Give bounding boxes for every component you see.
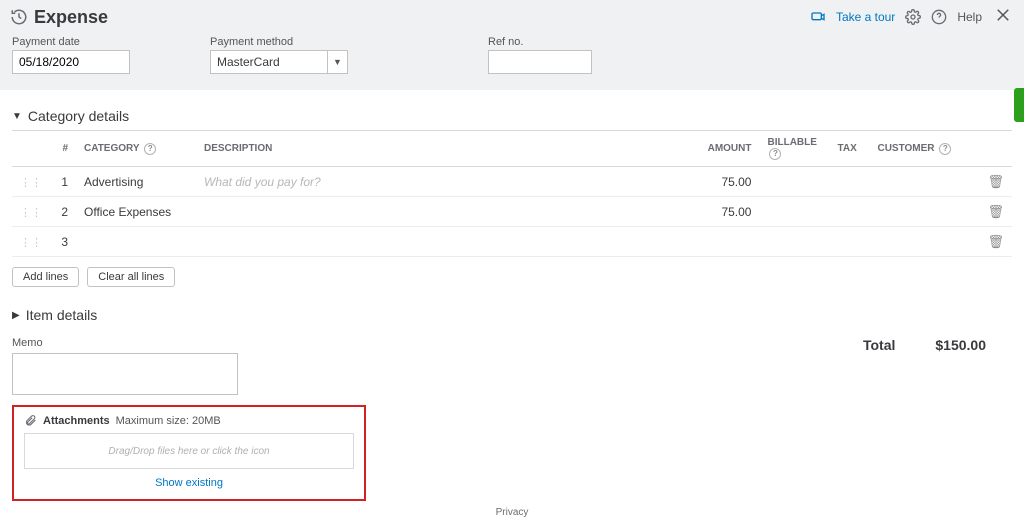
fields-row: Payment date Payment method MasterCard ▼… bbox=[0, 30, 1024, 90]
help-icon[interactable]: ? bbox=[939, 143, 951, 155]
col-category: CATEGORY ? bbox=[76, 131, 196, 167]
help-icon[interactable] bbox=[931, 9, 947, 25]
row-num: 3 bbox=[50, 227, 76, 257]
paperclip-icon bbox=[24, 414, 37, 427]
payment-method-label: Payment method bbox=[210, 36, 348, 48]
payment-date-field: Payment date bbox=[12, 36, 130, 74]
row-tax[interactable] bbox=[829, 167, 869, 197]
row-amount[interactable]: 75.00 bbox=[689, 197, 759, 227]
total-label: Total bbox=[863, 337, 895, 353]
table-header-row: # CATEGORY ? DESCRIPTION AMOUNT BILLABLE… bbox=[12, 131, 1012, 167]
attachments-label: Attachments bbox=[43, 415, 110, 427]
row-tax[interactable] bbox=[829, 227, 869, 257]
page-title: Expense bbox=[34, 7, 108, 28]
row-category[interactable]: Advertising bbox=[76, 167, 196, 197]
ref-no-field: Ref no. bbox=[488, 36, 592, 74]
ref-no-label: Ref no. bbox=[488, 36, 592, 48]
category-details-toggle[interactable]: ▼ Category details bbox=[12, 108, 1012, 124]
col-num: # bbox=[50, 131, 76, 167]
row-customer[interactable] bbox=[869, 227, 979, 257]
col-tax: TAX bbox=[829, 131, 869, 167]
item-details-title: Item details bbox=[26, 307, 98, 323]
row-category[interactable] bbox=[76, 227, 196, 257]
grip-icon[interactable]: ⋮⋮ bbox=[20, 207, 42, 219]
help-label[interactable]: Help bbox=[957, 10, 982, 24]
row-category[interactable]: Office Expenses bbox=[76, 197, 196, 227]
ref-no-input[interactable] bbox=[488, 50, 592, 74]
attachments-header: Attachments Maximum size: 20MB bbox=[24, 411, 354, 433]
table-row[interactable]: ⋮⋮ 3 🗑 bbox=[12, 227, 1012, 257]
grip-icon[interactable]: ⋮⋮ bbox=[20, 177, 42, 189]
row-billable[interactable] bbox=[759, 197, 829, 227]
trash-icon[interactable]: 🗑 bbox=[987, 234, 1004, 249]
row-customer[interactable] bbox=[869, 197, 979, 227]
attachments-dropzone[interactable]: Drag/Drop files here or click the icon bbox=[24, 433, 354, 469]
category-details-title: Category details bbox=[28, 108, 129, 124]
payment-method-field: Payment method MasterCard ▼ bbox=[210, 36, 348, 74]
grip-icon[interactable]: ⋮⋮ bbox=[20, 237, 42, 249]
trash-icon[interactable]: 🗑 bbox=[987, 204, 1004, 219]
top-bar: Expense Take a tour Help bbox=[0, 0, 1024, 30]
clear-lines-button[interactable]: Clear all lines bbox=[87, 267, 175, 287]
caret-right-icon: ▶ bbox=[12, 310, 20, 321]
row-description-input[interactable] bbox=[204, 205, 681, 219]
row-description-input[interactable] bbox=[204, 235, 681, 249]
row-billable[interactable] bbox=[759, 167, 829, 197]
row-num: 1 bbox=[50, 167, 76, 197]
row-billable[interactable] bbox=[759, 227, 829, 257]
side-tab[interactable] bbox=[1014, 88, 1024, 122]
col-billable: BILLABLE ? bbox=[759, 131, 829, 167]
total: Total $150.00 bbox=[863, 337, 1012, 353]
payment-date-input[interactable] bbox=[12, 50, 130, 74]
add-lines-button[interactable]: Add lines bbox=[12, 267, 79, 287]
privacy-link[interactable]: Privacy bbox=[12, 507, 1012, 518]
caret-down-icon: ▼ bbox=[12, 111, 22, 122]
gear-icon[interactable] bbox=[905, 9, 921, 25]
trash-icon[interactable]: 🗑 bbox=[987, 174, 1004, 189]
close-icon[interactable] bbox=[992, 4, 1014, 30]
payment-method-select[interactable]: MasterCard bbox=[210, 50, 328, 74]
category-table: # CATEGORY ? DESCRIPTION AMOUNT BILLABLE… bbox=[12, 130, 1012, 257]
take-a-tour-link[interactable]: Take a tour bbox=[836, 10, 895, 24]
row-tax[interactable] bbox=[829, 197, 869, 227]
row-description-input[interactable] bbox=[204, 175, 681, 189]
table-row[interactable]: ⋮⋮ 2 Office Expenses 75.00 🗑 bbox=[12, 197, 1012, 227]
total-value: $150.00 bbox=[935, 337, 986, 353]
help-icon[interactable]: ? bbox=[769, 148, 781, 160]
payment-date-label: Payment date bbox=[12, 36, 130, 48]
chevron-down-icon[interactable]: ▼ bbox=[328, 50, 348, 74]
col-customer: CUSTOMER ? bbox=[869, 131, 979, 167]
attachments-max: Maximum size: 20MB bbox=[116, 415, 221, 427]
help-icon[interactable]: ? bbox=[144, 143, 156, 155]
show-existing-link[interactable]: Show existing bbox=[24, 477, 354, 489]
tour-icon bbox=[810, 9, 826, 25]
row-customer[interactable] bbox=[869, 167, 979, 197]
col-amount: AMOUNT bbox=[689, 131, 759, 167]
row-amount[interactable] bbox=[689, 227, 759, 257]
memo-field: Memo bbox=[12, 337, 238, 395]
item-details-toggle[interactable]: ▶ Item details bbox=[12, 307, 1012, 323]
line-buttons: Add lines Clear all lines bbox=[12, 267, 1012, 287]
row-amount[interactable]: 75.00 bbox=[689, 167, 759, 197]
title-wrap: Expense bbox=[10, 7, 108, 28]
row-num: 2 bbox=[50, 197, 76, 227]
col-description: DESCRIPTION bbox=[196, 131, 689, 167]
memo-label: Memo bbox=[12, 337, 238, 349]
attachments-panel: Attachments Maximum size: 20MB Drag/Drop… bbox=[12, 405, 366, 501]
memo-total-row: Memo Total $150.00 bbox=[12, 337, 1012, 395]
table-row[interactable]: ⋮⋮ 1 Advertising 75.00 🗑 bbox=[12, 167, 1012, 197]
history-icon bbox=[10, 8, 28, 26]
top-actions: Take a tour Help bbox=[810, 4, 1014, 30]
memo-input[interactable] bbox=[12, 353, 238, 395]
